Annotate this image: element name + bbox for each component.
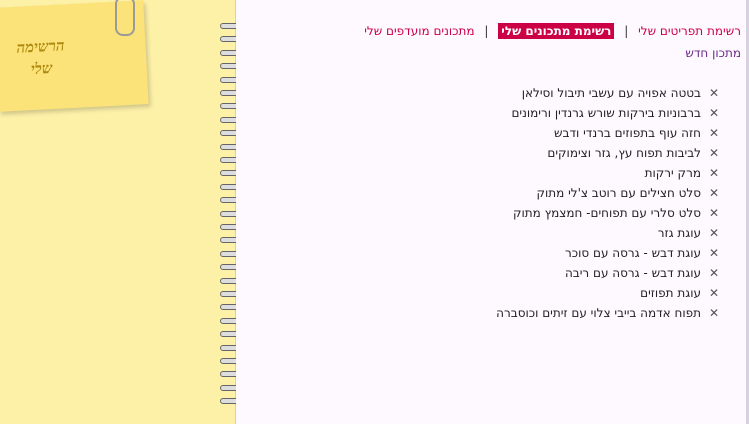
- close-icon[interactable]: ✕: [707, 163, 721, 183]
- nav-my-recipes[interactable]: רשימת מתכונים שלי: [498, 23, 615, 39]
- nav-separator: |: [624, 24, 629, 38]
- paperclip-icon: [115, 0, 135, 36]
- close-icon[interactable]: ✕: [707, 203, 721, 223]
- recipe-name[interactable]: מרק ירקות: [645, 166, 701, 180]
- recipe-name[interactable]: עוגת דבש - גרסה עם ריבה: [565, 266, 701, 280]
- list-item: ✕ לביבות תפוח עץ, גזר וצימוקים: [496, 143, 721, 163]
- list-item: ✕ ברבוניות בירקות שורש גרנדין ורימונים: [496, 103, 721, 123]
- close-icon[interactable]: ✕: [707, 263, 721, 283]
- close-icon[interactable]: ✕: [707, 303, 721, 323]
- list-item: ✕ מרק ירקות: [496, 163, 721, 183]
- recipe-name[interactable]: עוגת תפוזים: [640, 286, 701, 300]
- list-item: ✕ סלט חצילים עם רוטב צ'לי מתוק: [496, 183, 721, 203]
- nav-separator: |: [484, 24, 489, 38]
- recipe-name[interactable]: בטטה אפויה עם עשבי תיבול וסילאן: [522, 86, 701, 100]
- notebook-left-page: הרשימה שלי: [0, 0, 236, 424]
- recipe-name[interactable]: ברבוניות בירקות שורש גרנדין ורימונים: [511, 106, 701, 120]
- close-icon[interactable]: ✕: [707, 83, 721, 103]
- close-icon[interactable]: ✕: [707, 123, 721, 143]
- notebook-right-page: רשימת תפריטים שלי | רשימת מתכונים שלי | …: [236, 0, 749, 424]
- sticky-title: הרשימה שלי: [15, 36, 65, 79]
- close-icon[interactable]: ✕: [707, 243, 721, 263]
- list-item: ✕ תפוח אדמה בייבי צלוי עם זיתים וכוסברה: [496, 303, 721, 323]
- list-item: ✕ עוגת תפוזים: [496, 283, 721, 303]
- new-recipe-link[interactable]: מתכון חדש: [685, 46, 741, 60]
- list-item: ✕ סלט סלרי עם תפוחים- חמצמץ מתוק: [496, 203, 721, 223]
- list-item: ✕ עוגת דבש - גרסה עם ריבה: [496, 263, 721, 283]
- recipe-name[interactable]: עוגת דבש - גרסה עם סוכר: [565, 246, 701, 260]
- list-item: ✕ עוגת גזר: [496, 223, 721, 243]
- close-icon[interactable]: ✕: [707, 223, 721, 243]
- close-icon[interactable]: ✕: [707, 283, 721, 303]
- recipe-name[interactable]: חזה עוף בתפוזים ברנדי ודבש: [554, 126, 701, 140]
- close-icon[interactable]: ✕: [707, 103, 721, 123]
- close-icon[interactable]: ✕: [707, 183, 721, 203]
- recipe-name[interactable]: סלט חצילים עם רוטב צ'לי מתוק: [536, 186, 701, 200]
- close-icon[interactable]: ✕: [707, 143, 721, 163]
- recipe-name[interactable]: תפוח אדמה בייבי צלוי עם זיתים וכוסברה: [496, 306, 701, 320]
- recipe-name[interactable]: סלט סלרי עם תפוחים- חמצמץ מתוק: [513, 206, 701, 220]
- list-item: ✕ עוגת דבש - גרסה עם סוכר: [496, 243, 721, 263]
- list-item: ✕ חזה עוף בתפוזים ברנדי ודבש: [496, 123, 721, 143]
- list-item: ✕ בטטה אפויה עם עשבי תיבול וסילאן: [496, 83, 721, 103]
- recipe-name[interactable]: לביבות תפוח עץ, גזר וצימוקים: [547, 146, 701, 160]
- nav-my-menus[interactable]: רשימת תפריטים שלי: [638, 24, 741, 38]
- nav-favorite-recipes[interactable]: מתכונים מועדפים שלי: [364, 24, 474, 38]
- recipe-list: ✕ בטטה אפויה עם עשבי תיבול וסילאן ✕ ברבוני…: [496, 83, 721, 323]
- recipe-name[interactable]: עוגת גזר: [658, 226, 701, 240]
- top-nav: רשימת תפריטים שלי | רשימת מתכונים שלי | …: [364, 23, 741, 39]
